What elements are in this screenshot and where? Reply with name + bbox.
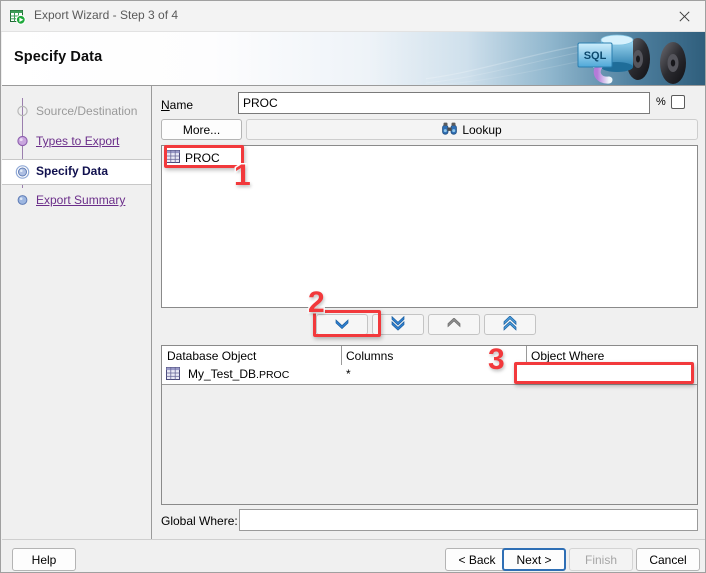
sidebar-item-specify-data[interactable]: Specify Data bbox=[2, 159, 151, 185]
move-up-all-button[interactable] bbox=[484, 314, 536, 335]
global-where-input[interactable] bbox=[239, 509, 698, 531]
single-chevron-up-icon bbox=[446, 317, 462, 332]
double-chevron-up-icon bbox=[502, 315, 518, 334]
table-icon bbox=[166, 149, 180, 166]
sidebar-item-label: Types to Export bbox=[36, 134, 120, 148]
sidebar-item-label: Source/Destination bbox=[36, 104, 138, 118]
global-where-label: Global Where: bbox=[161, 514, 238, 528]
wizard-banner: Specify Data SQL bbox=[2, 32, 705, 85]
selected-objects-grid[interactable]: Database Object Columns Object Where My_… bbox=[161, 345, 698, 505]
cell-database-object[interactable]: My_Test_DB.PROC bbox=[188, 367, 289, 381]
export-table-icon bbox=[10, 9, 26, 25]
move-down-single-button[interactable] bbox=[316, 314, 368, 335]
name-label-rest: ame bbox=[169, 98, 194, 112]
help-button[interactable]: Help bbox=[12, 548, 76, 571]
double-chevron-down-icon bbox=[390, 315, 406, 334]
sidebar-item-types-to-export[interactable]: Types to Export bbox=[2, 130, 151, 154]
svg-text:SQL: SQL bbox=[584, 50, 607, 62]
step-node-icon bbox=[15, 135, 30, 150]
table-row[interactable]: My_Test_DB.PROC * bbox=[162, 365, 697, 385]
sidebar-item-label: Specify Data bbox=[36, 164, 109, 178]
finish-button: Finish bbox=[569, 548, 633, 571]
step-node-icon bbox=[15, 194, 30, 209]
more-button[interactable]: More... bbox=[161, 119, 242, 140]
cancel-button[interactable]: Cancel bbox=[636, 548, 700, 571]
grid-column-header-columns[interactable]: Columns bbox=[346, 349, 393, 363]
grid-column-header-database-object[interactable]: Database Object bbox=[167, 349, 256, 363]
sidebar-item-export-summary[interactable]: Export Summary bbox=[2, 189, 151, 213]
move-down-all-button[interactable] bbox=[372, 314, 424, 335]
window-title: Export Wizard - Step 3 of 4 bbox=[34, 8, 179, 22]
step-node-icon bbox=[15, 165, 30, 180]
object-list-item-proc[interactable]: PROC bbox=[166, 149, 220, 166]
name-label-accel: N bbox=[161, 98, 170, 112]
grid-header-row: Database Object Columns Object Where bbox=[162, 346, 697, 366]
back-button[interactable]: < Back bbox=[445, 548, 509, 571]
lookup-button[interactable]: Lookup bbox=[246, 119, 698, 140]
cell-columns[interactable]: * bbox=[346, 367, 351, 381]
binoculars-icon bbox=[442, 122, 458, 138]
page-title: Specify Data bbox=[14, 49, 103, 65]
next-button[interactable]: Next > bbox=[502, 548, 566, 571]
sidebar-item-source-destination[interactable]: Source/Destination bbox=[2, 100, 151, 124]
grid-column-header-object-where[interactable]: Object Where bbox=[531, 349, 604, 363]
name-input[interactable] bbox=[238, 92, 650, 114]
cell-database-object-suffix: .PROC bbox=[256, 369, 290, 381]
step-node-icon bbox=[15, 105, 30, 120]
lookup-button-label: Lookup bbox=[462, 122, 502, 137]
title-bar: Export Wizard - Step 3 of 4 bbox=[1, 1, 705, 32]
object-list-item-label: PROC bbox=[185, 150, 220, 165]
wizard-steps-sidebar: Source/Destination Types to Export Speci… bbox=[2, 86, 152, 539]
sidebar-item-label: Export Summary bbox=[36, 193, 126, 207]
percent-label: % bbox=[656, 96, 666, 108]
cell-database-object-prefix: My_Test_DB bbox=[188, 367, 257, 381]
banner-artwork: SQL bbox=[415, 32, 705, 85]
move-up-single-button[interactable] bbox=[428, 314, 480, 335]
single-chevron-down-icon bbox=[334, 317, 350, 332]
name-label: Name bbox=[161, 98, 193, 112]
main-panel: Name % More... Lookup bbox=[153, 86, 705, 539]
percent-checkbox[interactable] bbox=[671, 95, 685, 109]
export-wizard-dialog: Export Wizard - Step 3 of 4 Specify Data bbox=[0, 0, 706, 573]
close-button[interactable] bbox=[662, 1, 705, 31]
dialog-footer: Help < Back Next > Finish Cancel bbox=[2, 539, 705, 572]
table-icon bbox=[166, 367, 180, 383]
available-objects-list[interactable]: PROC bbox=[161, 145, 698, 308]
